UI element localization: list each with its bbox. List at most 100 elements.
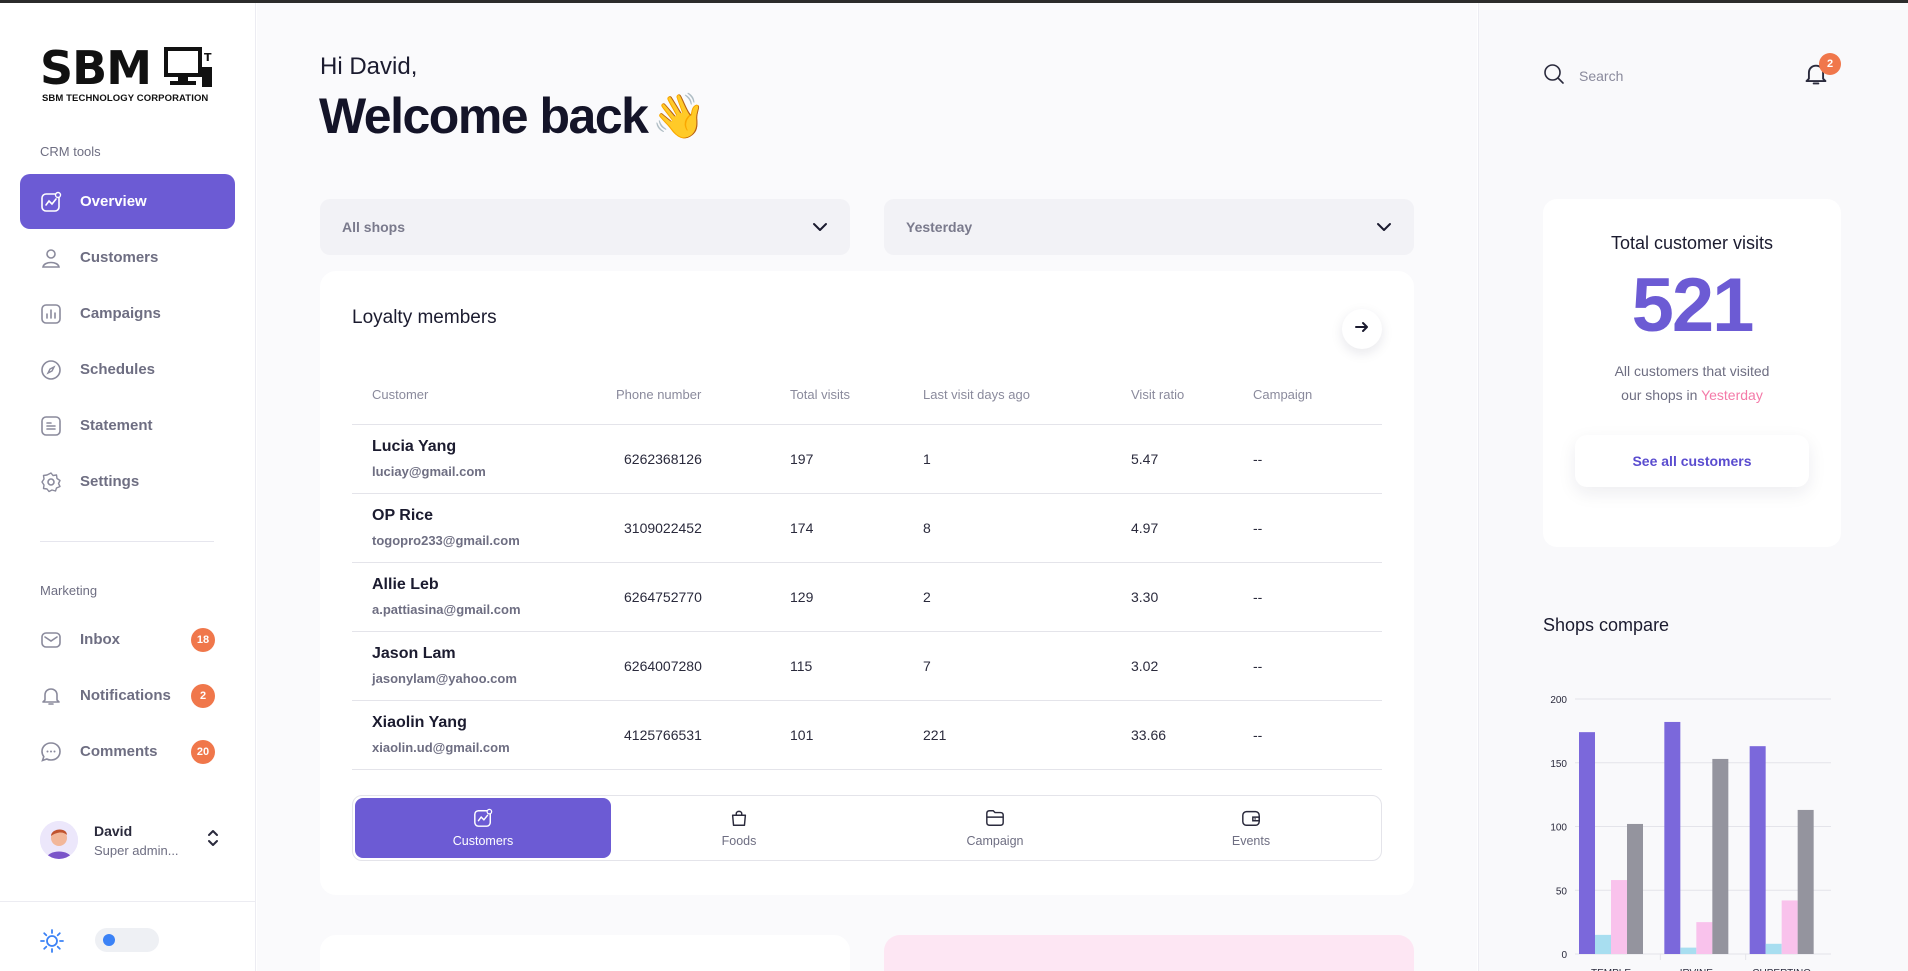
user-name: David xyxy=(94,822,133,839)
last-visit-cell: 221 xyxy=(923,700,1131,770)
nav-label: Comments xyxy=(80,743,158,760)
nav-label: Notifications xyxy=(80,687,171,704)
campaign-cell: -- xyxy=(1253,631,1382,701)
chart-bar xyxy=(1696,922,1713,954)
table-row[interactable]: Lucia Yang luciay@gmail.com 6262368126 19… xyxy=(352,424,1382,494)
greeting: Hi David, xyxy=(320,53,418,80)
compass-icon xyxy=(40,359,62,381)
chart-y-tick-label: 100 xyxy=(1550,823,1567,834)
column-header[interactable]: Campaign xyxy=(1253,366,1382,425)
chart-bar xyxy=(1781,900,1798,954)
nav-label: Campaigns xyxy=(80,305,161,322)
chart-bar xyxy=(1680,947,1697,954)
shops-compare-chart: 050100150200TEMPLEIRVINECUPERTINO xyxy=(1550,695,1831,971)
table-row[interactable]: OP Rice togopro233@gmail.com 3109022452 1… xyxy=(352,493,1382,563)
nav-comments[interactable]: Comments 20 xyxy=(20,724,235,779)
notifications-count-badge: 2 xyxy=(191,683,215,708)
avatar xyxy=(40,821,78,859)
svg-text:T: T xyxy=(204,51,212,64)
sidebar: SBM T SBM TECHNOLOGY CORPORATION CRM too… xyxy=(0,3,256,971)
theme-toggle[interactable] xyxy=(95,928,159,952)
tab-label: Events xyxy=(1231,834,1271,848)
crm-tools-label: CRM tools xyxy=(40,144,101,159)
search-input[interactable]: Search xyxy=(1579,68,1623,84)
right-panel: Search 2 Total customer visits 521 All c… xyxy=(1478,3,1908,971)
visits-cell: 197 xyxy=(790,424,923,494)
comments-count-badge: 20 xyxy=(191,739,215,764)
tab-foods[interactable]: Foods xyxy=(611,798,867,858)
nav-settings[interactable]: Settings xyxy=(20,454,235,509)
view-all-loyalty-button[interactable] xyxy=(1342,309,1382,349)
tab-label: Foods xyxy=(721,834,757,848)
chevron-updown-icon[interactable] xyxy=(206,828,220,853)
chart-bar xyxy=(1579,732,1595,954)
campaign-cell: -- xyxy=(1253,700,1382,770)
nav-inbox[interactable]: Inbox 18 xyxy=(20,612,235,667)
ratio-cell: 33.66 xyxy=(1131,700,1253,770)
sidebar-footer-divider xyxy=(0,901,256,902)
main-content: Hi David, Welcome back 👋 All shops Yeste… xyxy=(257,3,1477,971)
table-row[interactable]: Allie Leb a.pattiasina@gmail.com 62647527… xyxy=(352,562,1382,632)
nav-customers[interactable]: Customers xyxy=(20,230,235,285)
chart-bar xyxy=(1712,758,1729,954)
tab-customers[interactable]: Customers xyxy=(355,798,611,858)
toggle-knob xyxy=(103,934,115,946)
nav-label: Customers xyxy=(80,249,159,266)
column-header[interactable]: Last visit days ago xyxy=(923,366,1131,425)
user-profile[interactable]: David Super admin... xyxy=(40,818,220,862)
table-row[interactable]: Xiaolin Yang xiaolin.ud@gmail.com 4125766… xyxy=(352,700,1382,770)
customer-name: Jason Lam xyxy=(372,645,456,662)
bottom-card-left xyxy=(320,935,850,971)
folder-icon xyxy=(986,810,1004,826)
column-header[interactable]: Phone number xyxy=(616,366,790,425)
nav-label: Overview xyxy=(80,193,147,210)
column-header[interactable]: Visit ratio xyxy=(1131,366,1253,425)
company-logo[interactable]: SBM T SBM TECHNOLOGY CORPORATION xyxy=(40,41,216,105)
visits-title: Total customer visits xyxy=(1610,233,1774,253)
logo-subtitle: SBM TECHNOLOGY CORPORATION xyxy=(42,93,209,104)
customer-email: xiaolin.ud@gmail.com xyxy=(372,740,510,755)
sun-icon xyxy=(40,929,64,958)
shops-compare-title: Shops compare xyxy=(1543,615,1670,635)
chevron-down-icon xyxy=(812,219,828,235)
wallet-icon xyxy=(1242,810,1260,826)
table-row[interactable]: Jason Lam jasonylam@yahoo.com 6264007280 … xyxy=(352,631,1382,701)
customer-email: jasonylam@yahoo.com xyxy=(372,671,517,686)
inbox-count-badge: 18 xyxy=(191,627,215,652)
bell-icon xyxy=(40,685,62,707)
period-filter-dropdown[interactable]: Yesterday xyxy=(884,199,1414,255)
campaign-cell: -- xyxy=(1253,424,1382,494)
nav-schedules[interactable]: Schedules xyxy=(20,342,235,397)
column-header[interactable]: Customer xyxy=(352,366,616,425)
tab-label: Customers xyxy=(452,834,514,848)
nav-statement[interactable]: Statement xyxy=(20,398,235,453)
visits-cell: 101 xyxy=(790,700,923,770)
total-visits-card: Total customer visits 521 All customers … xyxy=(1543,199,1841,547)
see-all-customers-button[interactable]: See all customers xyxy=(1575,435,1809,487)
nav-campaigns[interactable]: Campaigns xyxy=(20,286,235,341)
tab-campaign[interactable]: Campaign xyxy=(867,798,1123,858)
visits-count: 521 xyxy=(1631,263,1755,348)
nav-notifications[interactable]: Notifications 2 xyxy=(20,668,235,723)
search-box[interactable]: Search xyxy=(1543,63,1623,88)
nav-overview[interactable]: Overview xyxy=(20,174,235,229)
visits-period: Yesterday xyxy=(1701,387,1763,403)
nav-label: Statement xyxy=(80,417,153,434)
waving-hand-icon: 👋 xyxy=(651,91,706,142)
comment-icon xyxy=(40,741,62,763)
user-icon xyxy=(40,247,62,269)
document-icon xyxy=(40,415,62,437)
column-header[interactable]: Total visits xyxy=(790,366,923,425)
ratio-cell: 3.02 xyxy=(1131,631,1253,701)
phone-cell: 6264752770 xyxy=(616,562,790,632)
chart-icon xyxy=(474,808,493,827)
gear-icon xyxy=(40,471,62,493)
bottom-card-right xyxy=(884,935,1414,971)
chart-y-tick-label: 150 xyxy=(1550,759,1567,770)
tab-events[interactable]: Events xyxy=(1123,798,1379,858)
shop-filter-dropdown[interactable]: All shops xyxy=(320,199,850,255)
period-filter-value: Yesterday xyxy=(906,219,973,235)
customer-name: Allie Leb xyxy=(372,576,439,593)
chart-bar xyxy=(1765,943,1782,954)
chart-y-tick-label: 200 xyxy=(1550,695,1567,706)
